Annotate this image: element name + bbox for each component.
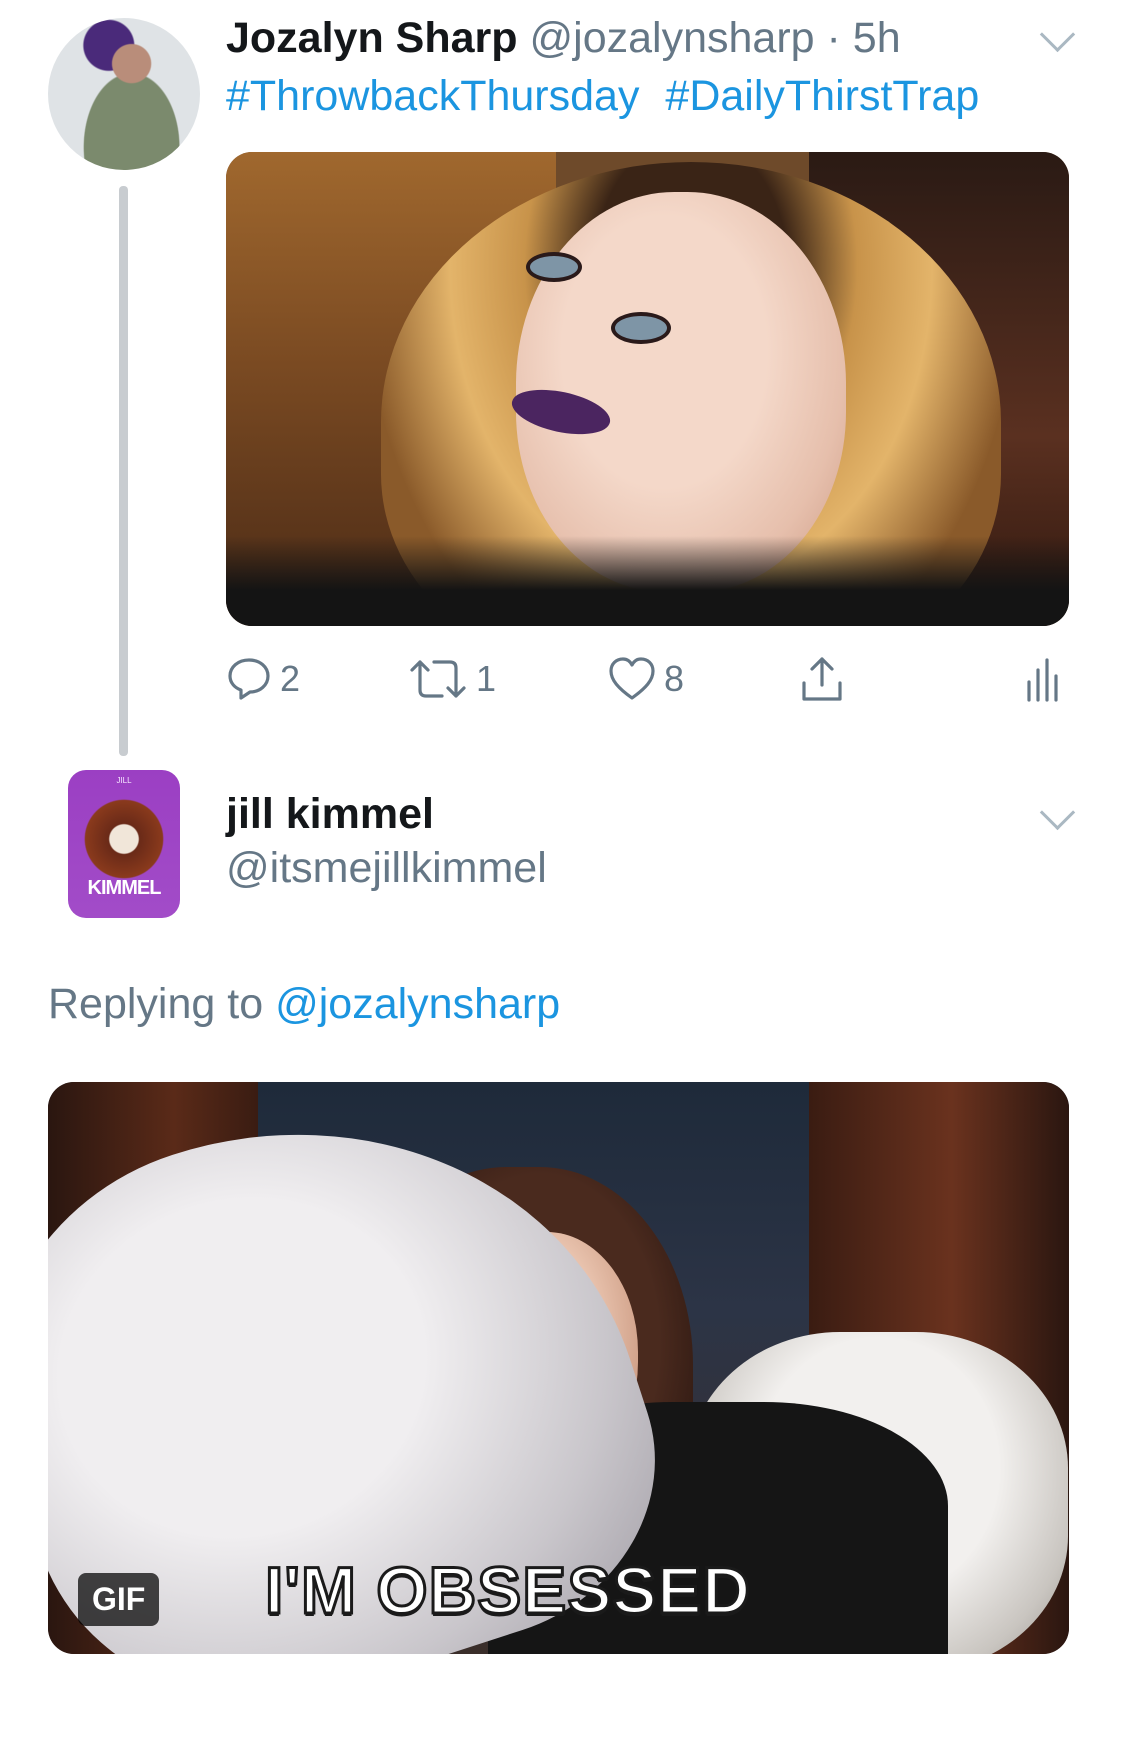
author-handle[interactable]: @jozalynsharp bbox=[529, 14, 814, 62]
retweet-button[interactable]: 1 bbox=[408, 654, 496, 704]
retweet-count: 1 bbox=[476, 658, 497, 699]
analytics-icon bbox=[1027, 658, 1058, 702]
share-button[interactable] bbox=[798, 654, 846, 704]
chevron-down-icon[interactable] bbox=[1039, 16, 1076, 53]
replying-prefix: Replying to bbox=[48, 980, 264, 1028]
gif-caption: I'M OBSESSED bbox=[263, 1552, 752, 1629]
replying-to: Replying to @jozalynsharp bbox=[48, 980, 560, 1029]
like-icon bbox=[609, 657, 655, 700]
replying-handle-link[interactable]: @jozalynsharp bbox=[275, 980, 560, 1028]
photo-subject-shirt bbox=[226, 536, 1069, 626]
avatar[interactable] bbox=[48, 18, 200, 170]
tweet-header: Jozalyn Sharp @jozalynsharp · 5h bbox=[226, 14, 901, 63]
author-handle[interactable]: @itsmejillkimmel bbox=[226, 844, 547, 893]
reply-count: 2 bbox=[280, 658, 301, 699]
tweet-text: #ThrowbackThursday #DailyThirstTrap bbox=[226, 72, 993, 121]
share-icon bbox=[802, 657, 842, 701]
hashtag-link[interactable]: #DailyThirstTrap bbox=[665, 72, 979, 120]
analytics-button[interactable] bbox=[1025, 654, 1059, 704]
avatar-illustration bbox=[78, 794, 170, 884]
reply-button[interactable]: 2 bbox=[226, 654, 300, 704]
avatar[interactable]: JILL KIMMEL bbox=[68, 770, 180, 918]
hashtag-link[interactable]: #ThrowbackThursday bbox=[226, 72, 639, 120]
chevron-down-icon[interactable] bbox=[1039, 794, 1076, 831]
like-button[interactable]: 8 bbox=[608, 654, 684, 704]
tweet-gif[interactable]: GIF I'M OBSESSED bbox=[48, 1082, 1069, 1654]
avatar-text: KIMMEL bbox=[87, 877, 162, 899]
photo-subject-eye bbox=[526, 252, 582, 282]
timestamp[interactable]: 5h bbox=[853, 14, 901, 62]
author-name[interactable]: Jozalyn Sharp bbox=[226, 14, 518, 62]
author-name[interactable]: jill kimmel bbox=[226, 790, 434, 839]
retweet-icon bbox=[410, 660, 466, 698]
tweet-photo[interactable] bbox=[226, 152, 1069, 626]
like-count: 8 bbox=[664, 658, 685, 699]
reply-icon bbox=[228, 658, 270, 700]
separator: · bbox=[826, 14, 841, 62]
avatar-small-text: JILL bbox=[116, 776, 132, 785]
thread-line bbox=[119, 186, 128, 756]
photo-subject-eye bbox=[611, 312, 671, 344]
